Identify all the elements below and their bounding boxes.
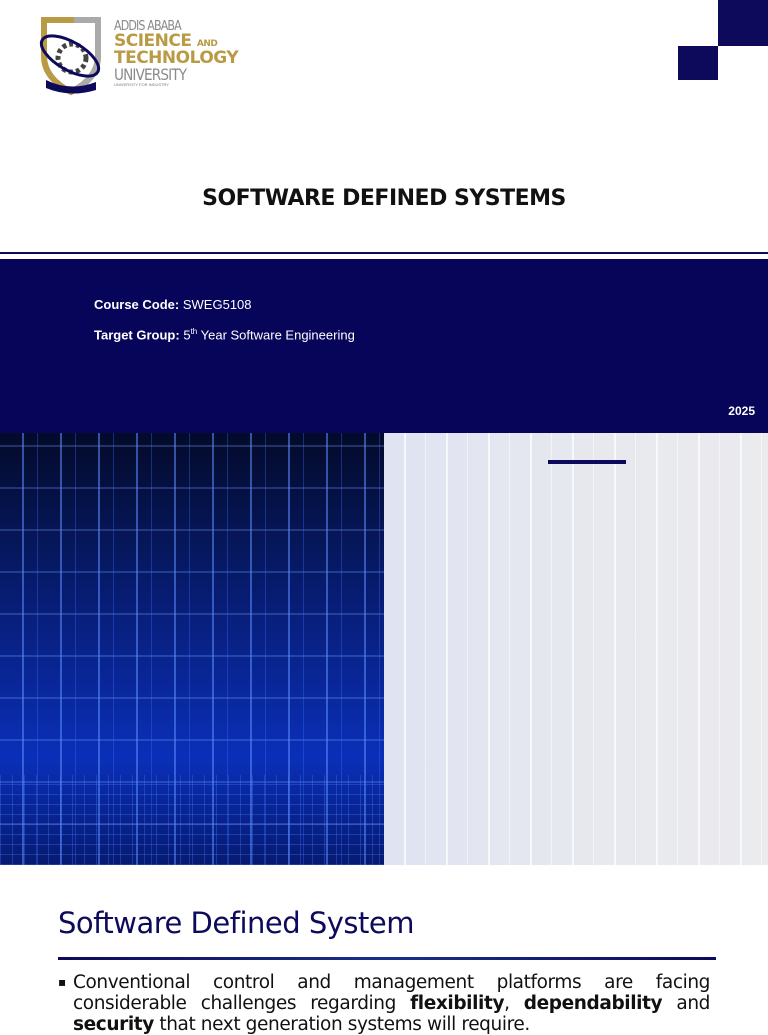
bullet-icon: ▪	[58, 975, 66, 989]
cover-image-blue-city	[0, 433, 384, 865]
year: 2025	[728, 404, 755, 418]
target-group: Target Group: 5th Year Software Engineer…	[94, 327, 355, 343]
accent-bar	[548, 460, 626, 464]
university-logo: ADDIS ABABA SCIENCE AND TECHNOLOGY UNIVE…	[34, 16, 274, 98]
divider	[0, 252, 768, 254]
logo-line: UNIVERSITY	[114, 65, 187, 84]
bullet-item: ▪ Conventional control and management pl…	[58, 972, 710, 1035]
university-emblem-icon	[39, 17, 101, 96]
course-code: Course Code: SWEG5108	[94, 297, 252, 312]
course-info-band: Course Code: SWEG5108 Target Group: 5th …	[0, 259, 768, 433]
document-title: SOFTWARE DEFINED SYSTEMS	[202, 186, 566, 211]
decor-square	[678, 46, 718, 80]
decor-square	[718, 0, 768, 46]
cover-image-faded-city	[384, 433, 768, 865]
section-heading: Software Defined System	[58, 906, 414, 940]
section-divider	[58, 957, 716, 960]
logo-line: ADDIS ABABA	[114, 19, 182, 34]
